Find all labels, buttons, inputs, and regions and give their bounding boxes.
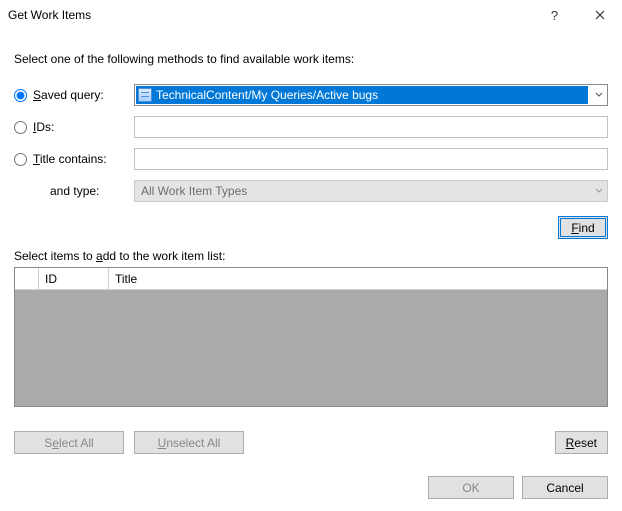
reset-button[interactable]: Reset <box>555 431 608 454</box>
saved-query-radio-label[interactable]: Saved query: <box>14 88 134 102</box>
close-icon <box>595 10 605 20</box>
saved-query-label: Saved query: <box>33 88 104 102</box>
find-row: Find <box>14 216 608 239</box>
dialog-buttons-row: OK Cancel <box>14 476 608 499</box>
results-grid[interactable]: ID Title <box>14 267 608 407</box>
ok-button: OK <box>428 476 514 499</box>
close-button[interactable] <box>577 0 622 30</box>
saved-query-selection: TechnicalContent/My Queries/Active bugs <box>136 86 588 104</box>
and-type-label: and type: <box>14 184 134 198</box>
help-button[interactable]: ? <box>532 0 577 30</box>
saved-query-dropdown-button[interactable] <box>589 85 607 105</box>
window-title: Get Work Items <box>8 8 532 22</box>
titlebar: Get Work Items ? <box>0 0 622 30</box>
and-type-combo: All Work Item Types <box>134 180 608 202</box>
and-type-dropdown-button <box>595 181 603 201</box>
grid-col-id[interactable]: ID <box>39 268 109 289</box>
selection-buttons-row: Select All Unselect All Reset <box>14 431 608 454</box>
method-saved-query-row: Saved query: TechnicalContent/My Queries… <box>14 84 608 106</box>
grid-col-title[interactable]: Title <box>109 268 607 289</box>
ids-label: IDs: <box>33 120 54 134</box>
dialog-content: Select one of the following methods to f… <box>0 30 622 511</box>
saved-query-value: TechnicalContent/My Queries/Active bugs <box>156 88 378 102</box>
saved-query-combo[interactable]: TechnicalContent/My Queries/Active bugs <box>134 84 608 106</box>
find-button[interactable]: Find <box>558 216 608 239</box>
and-type-value: All Work Item Types <box>141 184 247 198</box>
grid-header: ID Title <box>15 268 607 290</box>
cancel-button[interactable]: Cancel <box>522 476 608 499</box>
saved-query-radio[interactable] <box>14 89 27 102</box>
instruction-text: Select one of the following methods to f… <box>14 52 608 66</box>
method-title-contains-row: Title contains: <box>14 148 608 170</box>
chevron-down-icon <box>595 187 603 195</box>
select-all-button: Select All <box>14 431 124 454</box>
query-icon <box>138 88 152 102</box>
chevron-down-icon <box>595 91 603 99</box>
title-contains-radio-label[interactable]: Title contains: <box>14 152 134 166</box>
and-type-row: and type: All Work Item Types <box>14 180 608 202</box>
select-instruction: Select items to add to the work item lis… <box>14 249 608 263</box>
ids-radio-label[interactable]: IDs: <box>14 120 134 134</box>
title-contains-label: Title contains: <box>33 152 107 166</box>
title-contains-input[interactable] <box>134 148 608 170</box>
title-contains-radio[interactable] <box>14 153 27 166</box>
ids-input[interactable] <box>134 116 608 138</box>
titlebar-buttons: ? <box>532 0 622 30</box>
grid-col-select[interactable] <box>15 268 39 289</box>
method-ids-row: IDs: <box>14 116 608 138</box>
ids-radio[interactable] <box>14 121 27 134</box>
grid-body <box>15 290 607 406</box>
unselect-all-button: Unselect All <box>134 431 244 454</box>
